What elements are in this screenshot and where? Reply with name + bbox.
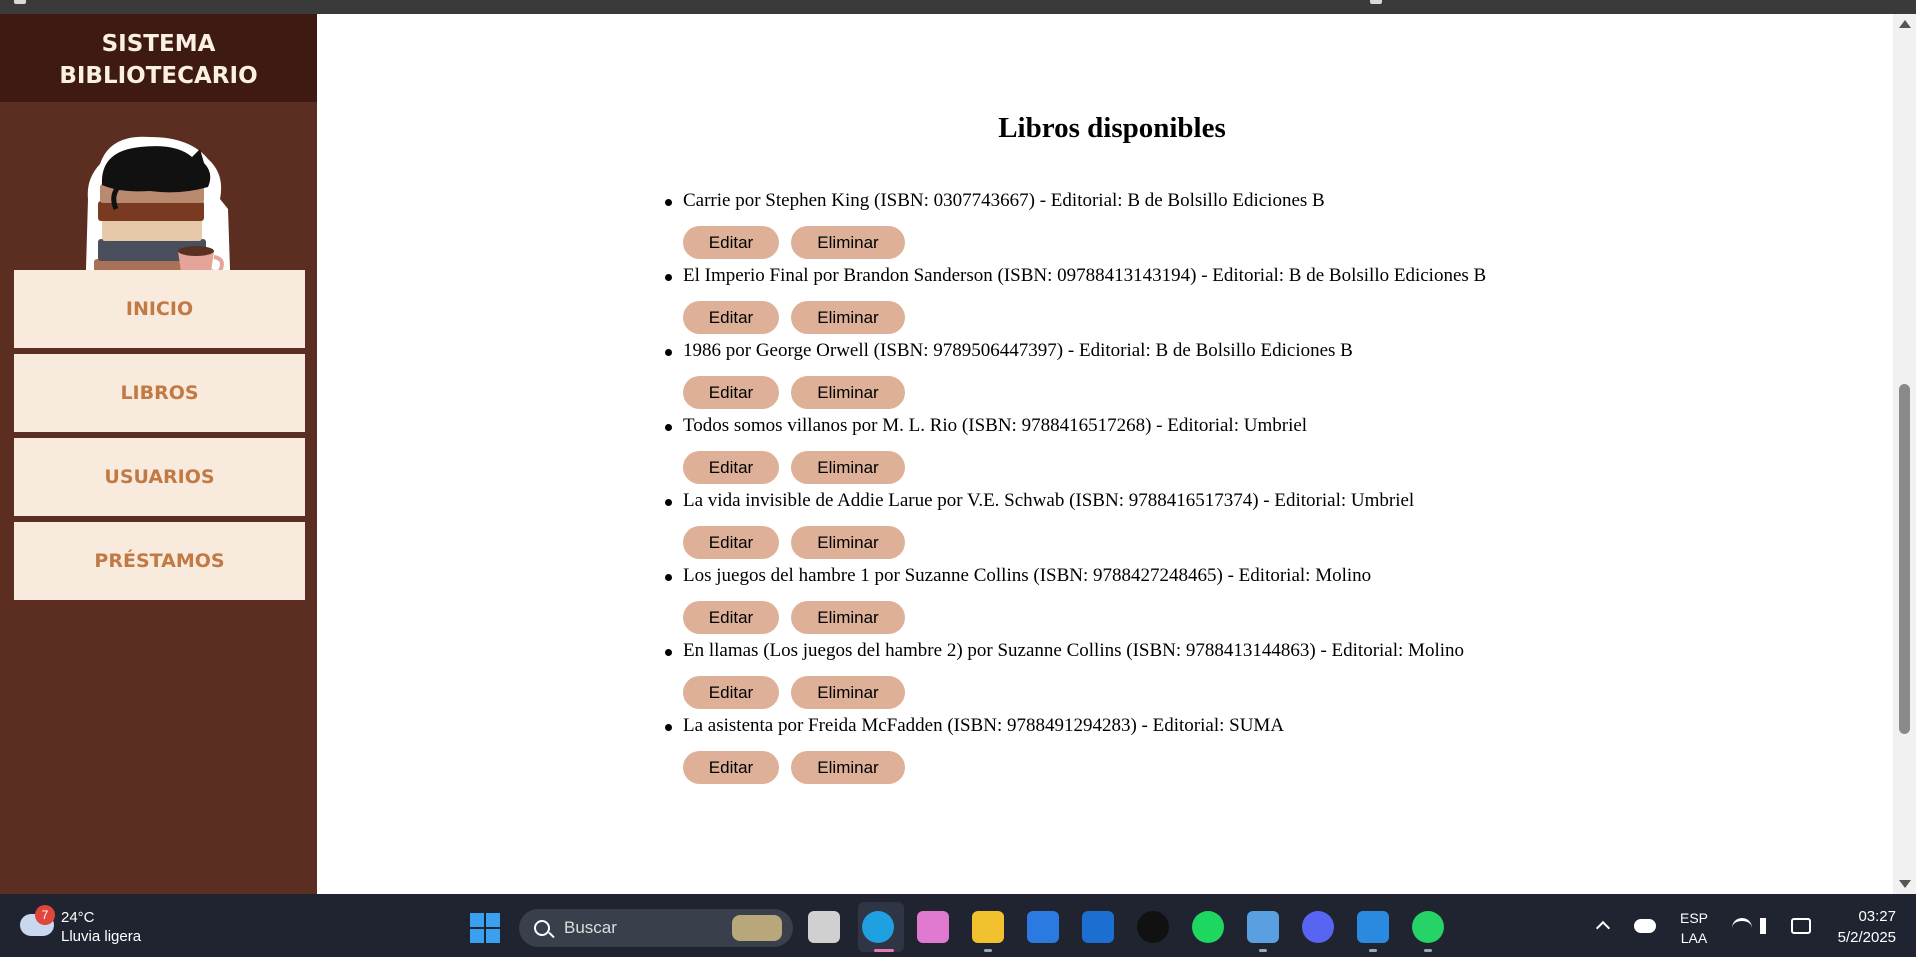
scroll-thumb[interactable] xyxy=(1899,384,1910,734)
book-item: 1986 por George Orwell (ISBN: 9789506447… xyxy=(665,340,1783,415)
tab-icon[interactable] xyxy=(1370,0,1382,4)
bullet-icon xyxy=(665,274,672,281)
delete-button[interactable]: Eliminar xyxy=(791,676,905,709)
language-code: ESP xyxy=(1680,910,1709,926)
edit-button[interactable]: Editar xyxy=(683,451,779,484)
book-text: Carrie por Stephen King (ISBN: 030774366… xyxy=(683,190,1325,211)
volume-icon[interactable] xyxy=(1760,918,1780,934)
nav-libros[interactable]: LIBROS xyxy=(14,354,305,432)
app-running-indicator xyxy=(984,949,992,952)
edit-button[interactable]: Editar xyxy=(683,751,779,784)
language-indicator[interactable]: ESP LAA xyxy=(1680,908,1708,948)
task-view-icon[interactable] xyxy=(808,911,840,943)
delete-button[interactable]: Eliminar xyxy=(791,751,905,784)
clock-date: 5/2/2025 xyxy=(1837,929,1896,946)
taskbar: 7 24°C Lluvia ligera Buscar ESP LAA 03:2… xyxy=(0,894,1916,957)
book-item: La asistenta por Freida McFadden (ISBN: … xyxy=(665,715,1783,790)
weather-widget[interactable]: 7 24°C Lluvia ligera xyxy=(18,904,158,948)
delete-button[interactable]: Eliminar xyxy=(791,226,905,259)
microsoft-store-icon[interactable] xyxy=(1027,911,1059,943)
vscode-icon[interactable] xyxy=(1357,911,1389,943)
sidebar-title-line1: SISTEMA xyxy=(101,31,216,57)
book-list: Carrie por Stephen King (ISBN: 030774366… xyxy=(665,190,1783,790)
photos-icon[interactable] xyxy=(1247,911,1279,943)
book-text: La vida invisible de Addie Larue por V.E… xyxy=(683,490,1415,511)
file-explorer-icon[interactable] xyxy=(972,911,1004,943)
sidebar: SISTEMA BIBLIOTECARIO INICIO LIBROS USUA… xyxy=(0,14,317,894)
chevron-up-icon[interactable] xyxy=(1595,920,1611,936)
book-text: El Imperio Final por Brandon Sanderson (… xyxy=(683,265,1487,286)
delete-button[interactable]: Eliminar xyxy=(791,376,905,409)
bullet-icon xyxy=(665,199,672,206)
edit-button[interactable]: Editar xyxy=(683,526,779,559)
bullet-icon xyxy=(665,499,672,506)
active-app-indicator xyxy=(874,949,894,952)
keyboard-layout: LAA xyxy=(1680,930,1708,946)
outlook-icon[interactable] xyxy=(1082,911,1114,943)
clock[interactable]: 03:27 5/2/2025 xyxy=(1830,906,1896,948)
book-text: Los juegos del hambre 1 por Suzanne Coll… xyxy=(683,565,1372,586)
scroll-down-arrow-icon[interactable] xyxy=(1899,880,1911,888)
edit-button[interactable]: Editar xyxy=(683,601,779,634)
tab-icon[interactable] xyxy=(14,0,26,4)
book-item: La vida invisible de Addie Larue por V.E… xyxy=(665,490,1783,565)
edit-button[interactable]: Editar xyxy=(683,301,779,334)
wifi-icon[interactable] xyxy=(1732,918,1752,934)
delete-button[interactable]: Eliminar xyxy=(791,451,905,484)
delete-button[interactable]: Eliminar xyxy=(791,526,905,559)
scroll-up-arrow-icon[interactable] xyxy=(1899,20,1911,28)
bullet-icon xyxy=(665,424,672,431)
spotify-icon[interactable] xyxy=(1192,911,1224,943)
copilot-icon[interactable] xyxy=(917,911,949,943)
sidebar-title-line2: BIBLIOTECARIO xyxy=(59,63,258,89)
tiktok-icon[interactable] xyxy=(1137,911,1169,943)
edit-button[interactable]: Editar xyxy=(683,676,779,709)
weather-badge: 7 xyxy=(35,905,55,925)
search-placeholder: Buscar xyxy=(564,918,617,937)
app-running-indicator xyxy=(1259,949,1267,952)
book-item: En llamas (Los juegos del hambre 2) por … xyxy=(665,640,1783,715)
nav-inicio[interactable]: INICIO xyxy=(14,270,305,348)
whatsapp-icon[interactable] xyxy=(1412,911,1444,943)
search-icon xyxy=(534,920,550,936)
book-text: En llamas (Los juegos del hambre 2) por … xyxy=(683,640,1465,661)
nav-usuarios[interactable]: USUARIOS xyxy=(14,438,305,516)
edit-button[interactable]: Editar xyxy=(683,376,779,409)
search-highlight-image-icon xyxy=(732,915,782,941)
book-text: La asistenta por Freida McFadden (ISBN: … xyxy=(683,715,1285,736)
weather-temperature: 24°C xyxy=(61,909,95,926)
book-item: Carrie por Stephen King (ISBN: 030774366… xyxy=(665,190,1783,265)
sidebar-title: SISTEMA BIBLIOTECARIO xyxy=(0,14,317,102)
delete-button[interactable]: Eliminar xyxy=(791,601,905,634)
discord-icon[interactable] xyxy=(1302,911,1334,943)
book-text: 1986 por George Orwell (ISBN: 9789506447… xyxy=(683,340,1353,361)
bullet-icon xyxy=(665,649,672,656)
app-running-indicator xyxy=(1369,949,1377,952)
book-text: Todos somos villanos por M. L. Rio (ISBN… xyxy=(683,415,1308,436)
delete-button[interactable]: Eliminar xyxy=(791,301,905,334)
main-content: Libros disponibles Carrie por Stephen Ki… xyxy=(317,14,1893,894)
browser-top-strip xyxy=(0,0,1916,14)
book-item: Todos somos villanos por M. L. Rio (ISBN… xyxy=(665,415,1783,490)
bullet-icon xyxy=(665,349,672,356)
nav-prestamos[interactable]: PRÉSTAMOS xyxy=(14,522,305,600)
bullet-icon xyxy=(665,574,672,581)
taskbar-search[interactable]: Buscar xyxy=(519,909,793,947)
book-item: El Imperio Final por Brandon Sanderson (… xyxy=(665,265,1783,340)
clock-time: 03:27 xyxy=(1858,908,1896,925)
page-title: Libros disponibles xyxy=(998,112,1226,144)
onedrive-icon[interactable] xyxy=(1634,919,1656,933)
scrollbar[interactable] xyxy=(1893,14,1916,894)
edit-button[interactable]: Editar xyxy=(683,226,779,259)
bullet-icon xyxy=(665,724,672,731)
app-running-indicator xyxy=(1424,949,1432,952)
weather-description: Lluvia ligera xyxy=(61,928,142,945)
book-item: Los juegos del hambre 1 por Suzanne Coll… xyxy=(665,565,1783,640)
windows-start-icon[interactable] xyxy=(470,913,500,943)
edge-icon[interactable] xyxy=(862,911,894,943)
battery-icon[interactable] xyxy=(1791,918,1811,934)
